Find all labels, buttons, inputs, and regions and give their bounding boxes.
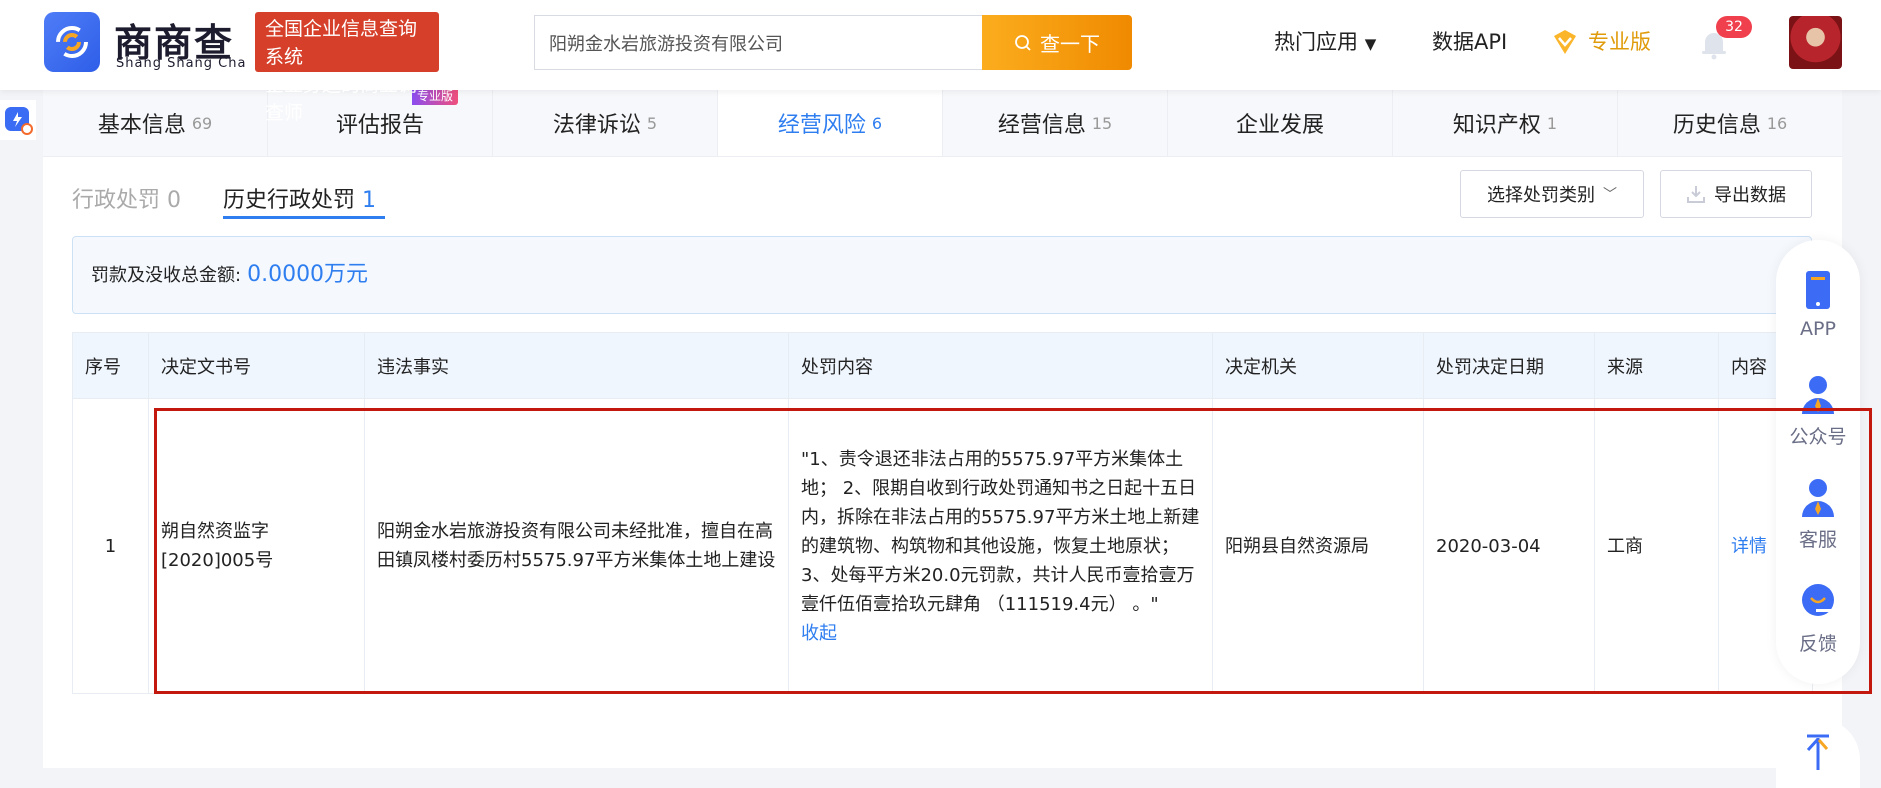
column-header: 处罚内容 (788, 332, 1213, 399)
column-header: 序号 (72, 332, 149, 399)
tab-count: 16 (1766, 113, 1788, 133)
cell-authority: 阳朔县自然资源局 (1212, 398, 1424, 694)
total-amount-summary: 罚款及没收总金额: 0.0000万元 (72, 236, 1812, 314)
data-api-link[interactable]: 数据API (1432, 26, 1507, 58)
tab-count: 6 (871, 113, 883, 133)
active-subtab-indicator (223, 216, 385, 219)
subtab-history-admin-penalty[interactable]: 历史行政处罚 1 (223, 182, 376, 214)
column-header: 决定机关 (1212, 332, 1424, 399)
main-panel: 基本信息 69 评估报告 专业版 法律诉讼 5 经营风险 6 经营信息 15 企业发展 知… (43, 86, 1842, 768)
penalty-table: 序号 决定文书号 违法事实 处罚内容 决定机关 处罚决定日期 来源 内容 1 朔… (72, 332, 1813, 694)
tab-label: 经营信息 (997, 113, 1086, 138)
tab-label: 法律诉讼 (552, 113, 641, 138)
tab-label: 经营风险 (777, 113, 866, 138)
tab-count: 5 (646, 113, 658, 133)
float-item-app[interactable]: APP (1798, 270, 1838, 374)
tab-ip[interactable]: 知识产权 1 (1393, 90, 1618, 156)
brand-pinyin: Shang Shang Cha (116, 56, 247, 71)
penalty-content-text: "1、责令退还非法占用的5575.97平方米集体土地； 2、限期自收到行政处罚通… (801, 448, 1200, 615)
pro-link[interactable]: 专业版 (1550, 26, 1651, 58)
cell-date: 2020-03-04 (1423, 398, 1595, 694)
column-header: 决定文书号 (148, 332, 365, 399)
float-item-label: 公众号 (1789, 425, 1847, 448)
flash-icon (5, 107, 33, 135)
subtab-admin-penalty[interactable]: 行政处罚 0 (72, 182, 181, 214)
floating-service-panel: APP 公众号 客服 反馈 (1776, 240, 1860, 684)
search-button[interactable]: 查一下 (982, 15, 1132, 70)
caret-down-icon: ▼ (1364, 35, 1377, 53)
float-item-official-account[interactable]: 公众号 (1789, 374, 1847, 478)
select-label: 选择处罚类别 (1487, 185, 1595, 206)
tab-operating-risk[interactable]: 经营风险 6 (718, 90, 943, 156)
tab-count: 1 (1546, 113, 1558, 133)
table-header-row: 序号 决定文书号 违法事实 处罚内容 决定机关 处罚决定日期 来源 内容 (72, 332, 1813, 399)
hot-apps-menu[interactable]: 热门应用 ▼ (1274, 26, 1376, 60)
column-header: 处罚决定日期 (1423, 332, 1595, 399)
tab-count: 15 (1091, 113, 1113, 133)
tab-development[interactable]: 企业发展 (1168, 90, 1393, 156)
feedback-icon (1798, 581, 1838, 621)
cell-source: 工商 (1594, 398, 1719, 694)
hot-apps-label: 热门应用 (1274, 30, 1358, 54)
cell-facts: 阳朔金水岩旅游投资有限公司未经批准，擅自在高田镇凤楼村委历村5575.97平方米… (364, 398, 789, 694)
tab-label: 基本信息 (97, 113, 186, 138)
cell-index: 1 (72, 398, 149, 694)
search-button-label: 查一下 (1040, 32, 1100, 56)
subtab-count: 1 (362, 188, 377, 213)
float-item-customer-service[interactable]: 客服 (1798, 477, 1838, 581)
tab-history[interactable]: 历史信息 16 (1618, 90, 1842, 156)
tab-label: 知识产权 (1452, 113, 1541, 138)
pro-label: 专业版 (1588, 30, 1651, 54)
tab-label: 历史信息 (1672, 113, 1761, 138)
float-item-label: 反馈 (1798, 632, 1837, 655)
tab-label: 企业发展 (1235, 113, 1324, 138)
subtab-label: 历史行政处罚 (223, 188, 356, 213)
subtab-label: 行政处罚 (72, 188, 161, 213)
float-item-label: APP (1800, 318, 1836, 340)
chevron-down-icon: ﹀ (1603, 187, 1617, 203)
logo-icon[interactable] (44, 12, 100, 72)
arrow-up-icon (1806, 734, 1829, 770)
customer-service-icon (1798, 477, 1838, 517)
float-item-feedback[interactable]: 反馈 (1798, 581, 1838, 685)
slogan-line: 全国企业信息查询系统 (265, 18, 418, 68)
diamond-icon (1554, 30, 1576, 54)
cell-content: "1、责令退还非法占用的5575.97平方米集体土地； 2、限期自收到行政处罚通… (788, 398, 1213, 694)
left-quick-icon[interactable] (0, 100, 36, 140)
avatar[interactable] (1789, 16, 1842, 69)
summary-label: 罚款及没收总金额: (91, 265, 242, 286)
column-header: 来源 (1594, 332, 1719, 399)
collapse-link[interactable]: 收起 (801, 623, 837, 644)
float-item-label: 客服 (1798, 529, 1837, 551)
tab-count: 69 (191, 113, 213, 133)
slogan: 全国企业信息查询系统 企业身边的商业调查师 (255, 12, 439, 124)
tab-basic-info[interactable]: 基本信息 69 (43, 90, 268, 156)
download-icon (1687, 186, 1705, 203)
detail-link[interactable]: 详情 (1731, 536, 1767, 557)
table-row: 1 朔自然资监字[2020]005号 阳朔金水岩旅游投资有限公司未经批准，擅自在… (72, 398, 1813, 694)
header: 商商查 Shang Shang Cha 全国企业信息查询系统 企业身边的商业调查… (0, 0, 1881, 124)
tab-litigation[interactable]: 法律诉讼 5 (493, 90, 718, 156)
cell-doc-no: 朔自然资监字[2020]005号 (148, 398, 365, 694)
export-label: 导出数据 (1714, 185, 1786, 206)
subtab-count: 0 (167, 188, 182, 213)
search-icon (1015, 34, 1031, 51)
export-button[interactable]: 导出数据 (1660, 170, 1812, 218)
phone-icon (1798, 270, 1838, 310)
column-header: 违法事实 (364, 332, 789, 399)
summary-amount: 0.0000万元 (247, 262, 369, 287)
official-account-icon (1798, 374, 1838, 414)
notification-badge: 32 (1716, 16, 1752, 38)
penalty-type-select[interactable]: 选择处罚类别 ﹀ (1460, 170, 1644, 218)
slogan-line: 企业身边的商业调查师 (265, 74, 418, 124)
search-input[interactable] (534, 15, 982, 70)
tab-operating-info[interactable]: 经营信息 15 (943, 90, 1168, 156)
